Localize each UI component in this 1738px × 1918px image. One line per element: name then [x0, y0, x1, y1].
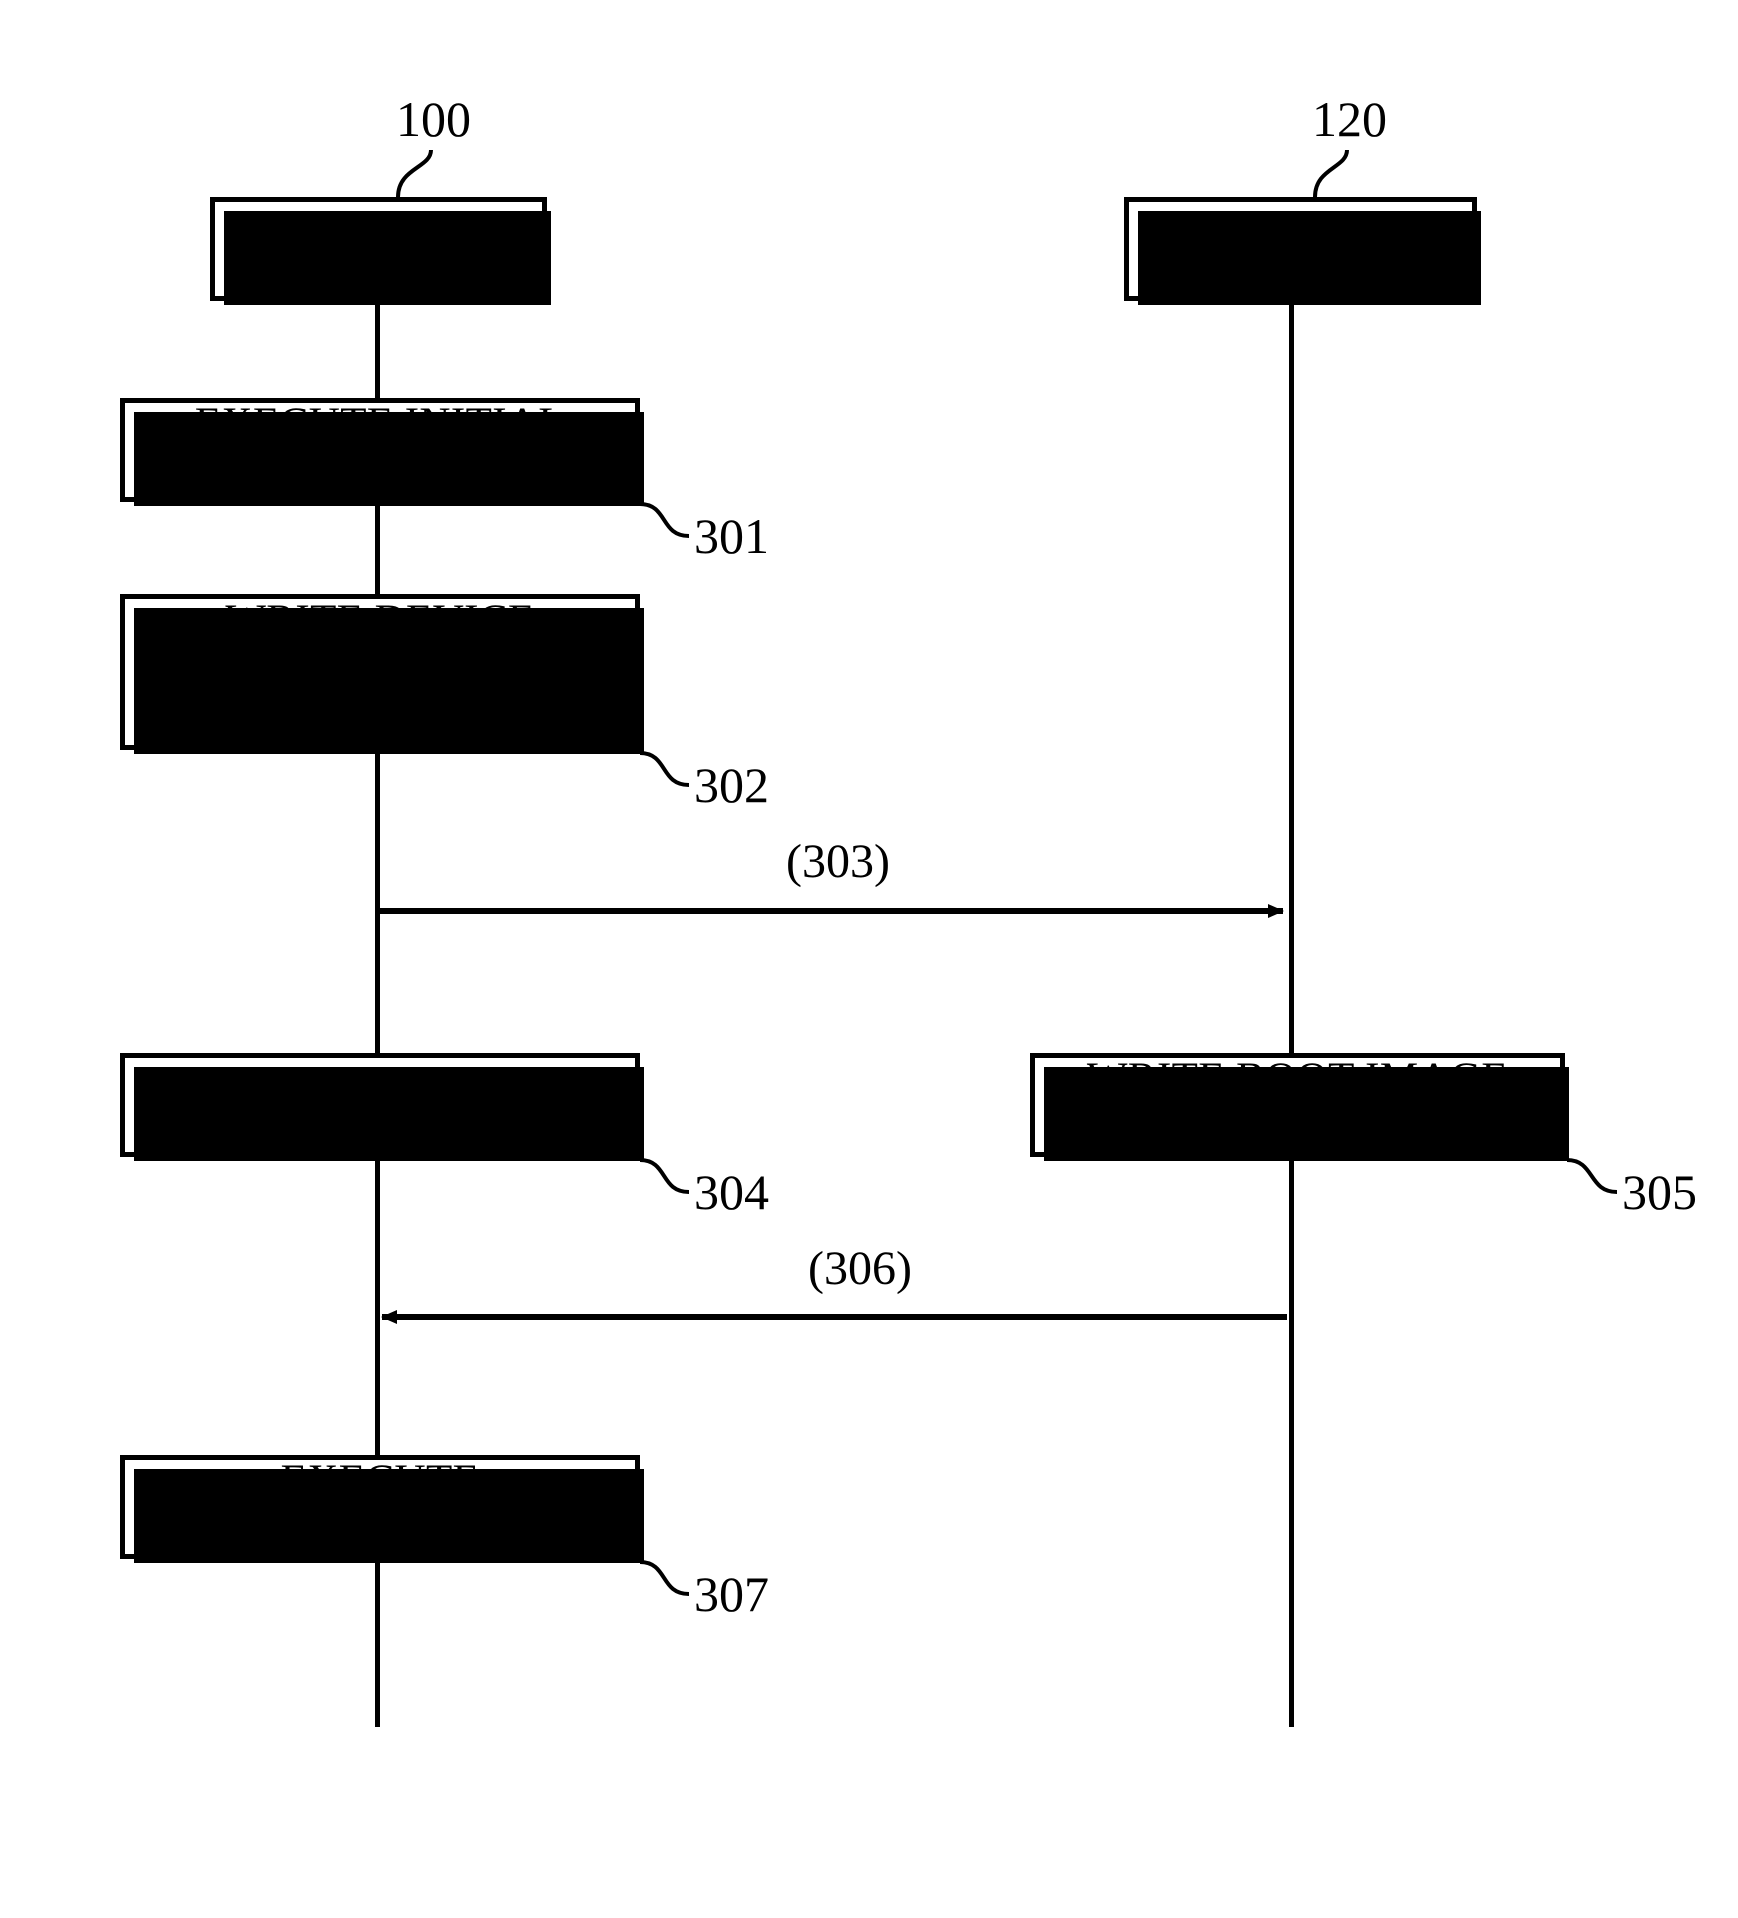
actor-box-processor: Processor: [210, 197, 551, 305]
leader-line-302: [639, 751, 690, 787]
step-label-302: WRITE DEVICE INITIALIZATION CODE IN IRAM: [213, 596, 547, 746]
step-label-304: INITIALIZE DEVICE: [180, 1080, 580, 1128]
reference-numeral-120: 120: [1312, 91, 1387, 147]
leader-line-304: [639, 1158, 690, 1194]
reference-numeral-304: 304: [694, 1164, 769, 1220]
leader-line-120: [1313, 149, 1349, 198]
actor-box-dma-controller: DMA controller: [1124, 197, 1481, 305]
step-box-304: INITIALIZE DEVICE: [120, 1053, 644, 1161]
leader-line-305: [1566, 1158, 1618, 1194]
reference-numeral-305: 305: [1622, 1164, 1697, 1220]
reference-numeral-100: 100: [396, 91, 471, 147]
step-box-301: EXECUTE INITIAL BOOT CODE: [120, 398, 644, 506]
step-label-307: EXECUTE BOOT IMAGE: [244, 1457, 516, 1555]
step-box-305: WRITE BOOT IMAGE IN MAIN MEMORY: [1030, 1053, 1569, 1161]
figure-canvas: Processor DMA controller EXECUTE INITIAL…: [0, 0, 1738, 1918]
leader-line-301: [639, 502, 690, 538]
lifeline-dma-controller: [1289, 300, 1294, 1727]
message-label-303: (303): [786, 835, 890, 888]
step-label-305: WRITE BOOT IMAGE IN MAIN MEMORY: [1086, 1055, 1509, 1153]
step-label-301: EXECUTE INITIAL BOOT CODE: [194, 400, 566, 498]
reference-numeral-301: 301: [694, 508, 769, 564]
step-box-302: WRITE DEVICE INITIALIZATION CODE IN IRAM: [120, 594, 644, 754]
leader-line-307: [639, 1560, 690, 1596]
leader-line-100: [396, 149, 433, 198]
reference-numeral-307: 307: [694, 1566, 769, 1622]
actor-label-processor: Processor: [292, 224, 465, 274]
message-label-306: (306): [808, 1242, 912, 1295]
step-box-307: EXECUTE BOOT IMAGE: [120, 1455, 644, 1563]
reference-numeral-302: 302: [694, 757, 769, 813]
actor-label-dma-controller: DMA controller: [1157, 224, 1444, 274]
